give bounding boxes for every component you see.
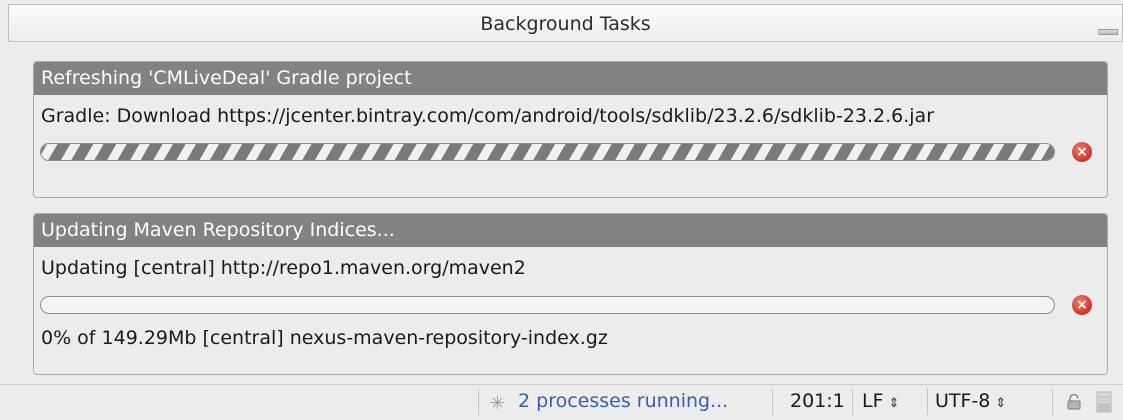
minimize-icon[interactable] bbox=[1098, 29, 1118, 35]
task-header: Updating Maven Repository Indices... bbox=[34, 214, 1107, 247]
task-detail: Updating [central] http://repo1.maven.or… bbox=[41, 257, 526, 279]
caret-position[interactable]: 201:1 bbox=[790, 385, 845, 417]
updown-icon: ⇕ bbox=[995, 396, 1007, 411]
updown-icon: ⇕ bbox=[888, 396, 900, 411]
lock-icon[interactable] bbox=[1067, 394, 1081, 410]
status-separator bbox=[478, 389, 479, 415]
task-footer: 0% of 149.29Mb [central] nexus-maven-rep… bbox=[41, 327, 608, 349]
window-title: Background Tasks bbox=[480, 13, 651, 35]
status-separator bbox=[927, 389, 928, 415]
background-tasks-window: Background Tasks Refreshing 'CMLiveDeal'… bbox=[0, 0, 1123, 417]
processes-running-text: 2 processes running... bbox=[518, 390, 729, 412]
encoding-selector[interactable]: UTF-8 ⇕ bbox=[935, 385, 1006, 417]
status-bar: ✳ 2 processes running... 201:1 LF ⇕ UTF-8 ⇕ bbox=[0, 384, 1123, 417]
spinner-icon: ✳ bbox=[490, 393, 506, 414]
task-detail: Gradle: Download https://jcenter.bintray… bbox=[41, 105, 934, 127]
line-separator-selector[interactable]: LF ⇕ bbox=[862, 385, 899, 417]
memory-indicator-icon[interactable] bbox=[1096, 391, 1112, 413]
processes-running-link[interactable]: ✳ 2 processes running... bbox=[490, 385, 728, 417]
status-separator bbox=[1052, 389, 1053, 415]
title-bar: Background Tasks bbox=[8, 4, 1123, 42]
status-separator bbox=[772, 389, 773, 415]
task-panel-maven: Updating Maven Repository Indices... Upd… bbox=[33, 213, 1108, 375]
cancel-icon[interactable]: × bbox=[1072, 295, 1092, 315]
encoding-value: UTF-8 bbox=[935, 390, 991, 412]
progress-bar bbox=[40, 143, 1055, 161]
progress-fill-indeterminate bbox=[41, 144, 1054, 160]
status-separator bbox=[852, 389, 853, 415]
task-panel-gradle: Refreshing 'CMLiveDeal' Gradle project G… bbox=[33, 61, 1108, 198]
cancel-icon[interactable]: × bbox=[1072, 142, 1092, 162]
task-header: Refreshing 'CMLiveDeal' Gradle project bbox=[34, 62, 1107, 95]
line-separator-value: LF bbox=[862, 390, 884, 412]
progress-bar bbox=[40, 296, 1055, 314]
